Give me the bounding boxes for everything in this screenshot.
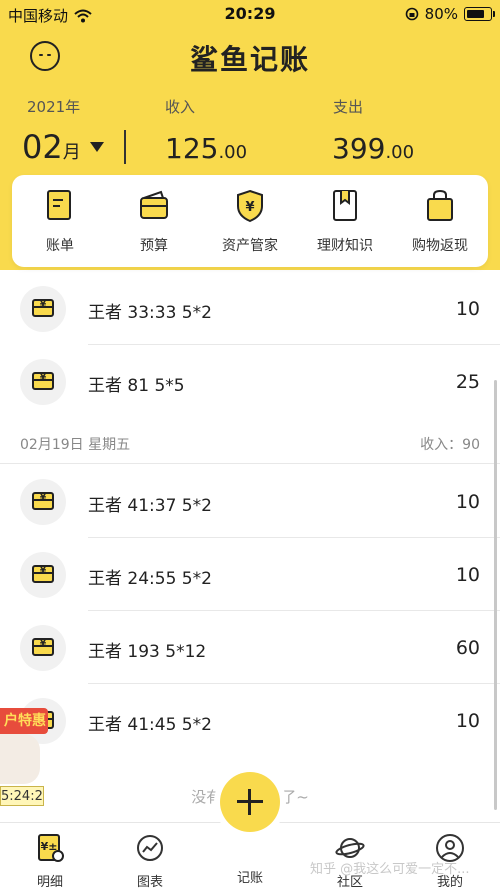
- tab-label: 明细: [36, 875, 63, 890]
- wallet-icon: [20, 286, 66, 332]
- wallet-icon: [20, 359, 66, 405]
- income-amount: 125.00: [165, 132, 248, 165]
- menu-item-assets[interactable]: ¥ 资产管家: [205, 189, 295, 255]
- item-label: 王者 193 5*12: [88, 642, 207, 662]
- menu-item-cashback[interactable]: 购物返现: [395, 189, 485, 255]
- list-item[interactable]: 王者 41:37 5*2 10: [0, 465, 500, 538]
- tab-label: 图表: [136, 875, 163, 890]
- tab-add[interactable]: 记账: [215, 867, 285, 886]
- menu-label: 理财知识: [317, 238, 373, 254]
- item-label: 王者 24:55 5*2: [88, 569, 212, 589]
- tab-detail[interactable]: ¥± 明细: [15, 833, 85, 890]
- item-amount: 10: [455, 710, 480, 732]
- wallet-icon: [20, 625, 66, 671]
- add-record-button[interactable]: [220, 772, 280, 832]
- menu-item-budget[interactable]: 预算: [109, 189, 199, 255]
- svg-text:¥: ¥: [245, 200, 254, 215]
- item-amount: 10: [455, 298, 480, 320]
- item-label: 王者 41:45 5*2: [88, 715, 212, 735]
- ad-timer: 5:24:2: [0, 786, 44, 806]
- expense-amount: 399.00: [332, 132, 415, 165]
- divider: [124, 130, 126, 164]
- bookmark-book-icon: [333, 190, 357, 221]
- shield-yen-icon: ¥: [237, 189, 263, 223]
- month-selector[interactable]: 02月: [22, 128, 81, 166]
- list-item[interactable]: 王者 81 5*5 25: [0, 345, 500, 418]
- menu-label: 账单: [46, 238, 74, 254]
- menu-label: 预算: [140, 238, 168, 254]
- item-amount: 10: [455, 564, 480, 586]
- menu-item-bill[interactable]: 账单: [15, 189, 105, 255]
- group-income: 收入：90: [420, 437, 480, 453]
- tab-label: 记账: [236, 871, 263, 886]
- scrollbar[interactable]: [494, 380, 497, 810]
- list-item[interactable]: 王者 193 5*12 60: [0, 611, 500, 684]
- ad-banner: 户特惠: [0, 708, 48, 734]
- list-item[interactable]: 王者 33:33 5*2 10: [0, 272, 500, 345]
- item-amount: 60: [455, 637, 480, 659]
- expense-label: 支出: [333, 98, 364, 116]
- item-label: 王者 81 5*5: [88, 376, 185, 396]
- date-group-header: 02月19日 星期五 收入：90: [0, 420, 500, 464]
- mascot-image: [0, 734, 40, 784]
- app-title: 鲨鱼记账: [189, 43, 310, 76]
- wallet-icon: [140, 190, 168, 219]
- menu-label: 资产管家: [222, 238, 278, 254]
- watermark: 知乎 @我这么可爱一定不...: [310, 862, 470, 877]
- item-label: 王者 41:37 5*2: [88, 496, 212, 516]
- status-bar: 中国移动 20:29 80%: [0, 0, 500, 30]
- rotation-lock-icon: [405, 7, 418, 21]
- menu-item-finance[interactable]: 理财知识: [300, 189, 390, 255]
- floating-ad[interactable]: 户特惠 5:24:2: [0, 696, 48, 808]
- menu-label: 购物返现: [412, 238, 468, 254]
- tab-chart[interactable]: 图表: [115, 833, 185, 890]
- menu-card: 账单 预算 ¥ 资产管家 理财知识 购物返现: [12, 175, 488, 267]
- tab-bar: ¥± 明细 图表 记账 社区 我的: [0, 822, 500, 890]
- bill-icon: [47, 190, 71, 220]
- list-item[interactable]: 王者 41:45 5*2 10: [0, 684, 500, 757]
- item-label: 王者 33:33 5*2: [88, 303, 212, 323]
- shopping-bag-icon: [427, 189, 453, 221]
- battery-percent: 80%: [424, 5, 458, 23]
- battery-icon: [464, 7, 495, 21]
- list-item[interactable]: 王者 24:55 5*2 10: [0, 538, 500, 611]
- detail-icon: ¥±: [38, 834, 64, 862]
- item-amount: 25: [455, 371, 480, 393]
- income-label: 收入: [165, 98, 196, 116]
- chart-icon: [137, 835, 163, 861]
- chevron-down-icon[interactable]: [90, 142, 104, 152]
- wallet-icon: [20, 479, 66, 525]
- wallet-icon: [20, 552, 66, 598]
- year-label[interactable]: 2021年: [27, 96, 80, 117]
- group-date: 02月19日 星期五: [20, 437, 131, 453]
- item-amount: 10: [455, 491, 480, 513]
